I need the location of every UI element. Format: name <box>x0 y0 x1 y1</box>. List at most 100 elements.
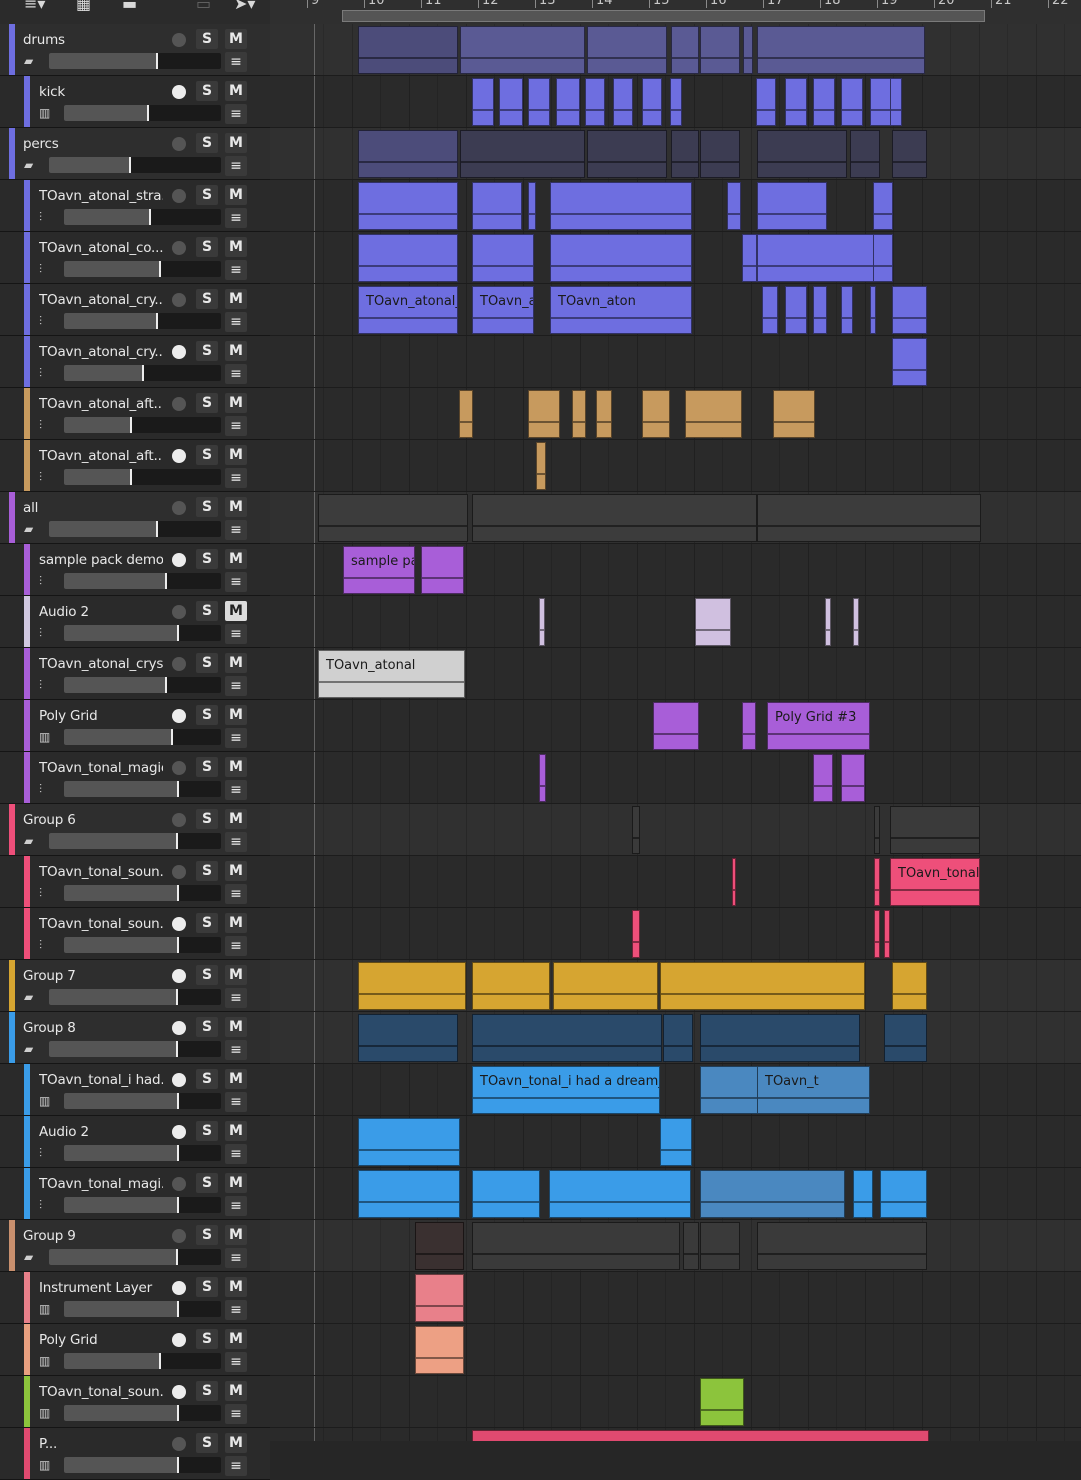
clip[interactable] <box>853 598 859 646</box>
clip[interactable] <box>825 598 831 646</box>
timeline-ruler[interactable]: 9 10 11 12 13 14 15 16 17 18 19 20 21 22 <box>270 0 1081 24</box>
record-arm-button[interactable] <box>172 917 186 931</box>
volume-fader[interactable] <box>64 625 179 641</box>
volume-fader-handle[interactable] <box>128 157 131 173</box>
volume-fader[interactable] <box>49 1041 179 1057</box>
volume-fader-handle[interactable] <box>176 1301 179 1317</box>
clip[interactable] <box>892 286 927 334</box>
clip[interactable] <box>585 78 605 126</box>
clip[interactable] <box>660 962 865 1010</box>
volume-fader[interactable] <box>64 573 167 589</box>
record-arm-button[interactable] <box>172 449 186 463</box>
list-dropdown-icon[interactable]: ≡▾ <box>24 0 45 13</box>
volume-fader-handle[interactable] <box>146 105 149 121</box>
track-menu-button[interactable]: ≡ <box>225 208 247 228</box>
mute-button[interactable]: M <box>225 861 247 881</box>
clip[interactable] <box>472 494 757 542</box>
track-name[interactable]: TOavn_atonal_cry... <box>39 344 163 360</box>
clip[interactable] <box>415 1222 464 1270</box>
record-arm-button[interactable] <box>172 761 186 775</box>
clip[interactable] <box>785 286 807 334</box>
track-lane[interactable] <box>270 440 1081 492</box>
record-arm-button[interactable] <box>172 293 186 307</box>
clip[interactable] <box>539 754 546 802</box>
track-name[interactable]: sample pack demo s... <box>39 552 163 568</box>
track-header[interactable]: Poly Grid S M ▥ ≡ <box>0 1324 270 1376</box>
solo-button[interactable]: S <box>196 913 218 933</box>
volume-fader[interactable] <box>64 261 161 277</box>
clip[interactable] <box>550 234 692 282</box>
clip[interactable] <box>685 390 742 438</box>
clip[interactable]: TOavn_tonal_i had a dream_r <box>472 1066 660 1114</box>
volume-fader-handle[interactable] <box>176 625 179 641</box>
clip[interactable] <box>553 962 658 1010</box>
record-arm-button[interactable] <box>172 1229 186 1243</box>
volume-fader-handle[interactable] <box>176 1145 179 1161</box>
track-menu-button[interactable]: ≡ <box>225 1404 247 1424</box>
clip[interactable] <box>632 910 640 958</box>
clip[interactable]: TOavn_tonal <box>890 858 980 906</box>
track-name[interactable]: Audio 2 <box>39 604 163 620</box>
track-header[interactable]: Group 7 S M ▰ ≡ <box>0 960 270 1012</box>
track-menu-button[interactable]: ≡ <box>225 1040 247 1060</box>
solo-button[interactable]: S <box>196 1069 218 1089</box>
volume-fader[interactable] <box>64 105 149 121</box>
clip[interactable] <box>727 182 741 230</box>
track-name[interactable]: TOavn_atonal_stra... <box>39 188 163 204</box>
list-view-icon[interactable]: ▬ <box>122 0 137 13</box>
mute-button[interactable]: M <box>225 1121 247 1141</box>
clip[interactable] <box>757 234 887 282</box>
clip[interactable]: sample pa <box>343 546 415 594</box>
clip[interactable] <box>874 910 880 958</box>
clip[interactable] <box>472 1222 680 1270</box>
volume-fader[interactable] <box>64 885 179 901</box>
volume-fader-handle[interactable] <box>155 53 158 69</box>
track-lane[interactable] <box>270 1376 1081 1428</box>
clip[interactable] <box>742 234 757 282</box>
clip[interactable] <box>700 1378 744 1426</box>
solo-button[interactable]: S <box>196 653 218 673</box>
clip[interactable] <box>460 130 585 178</box>
solo-button[interactable]: S <box>196 445 218 465</box>
solo-button[interactable]: S <box>196 1329 218 1349</box>
track-menu-button[interactable]: ≡ <box>225 364 247 384</box>
clip[interactable] <box>653 702 699 750</box>
volume-fader-handle[interactable] <box>176 1041 179 1057</box>
track-name[interactable]: all <box>23 500 163 516</box>
volume-fader-handle[interactable] <box>176 1457 179 1473</box>
solo-button[interactable]: S <box>196 809 218 829</box>
clip[interactable]: TOavn_a <box>472 286 534 334</box>
volume-fader[interactable] <box>49 989 179 1005</box>
clip[interactable] <box>870 286 876 334</box>
clip[interactable] <box>762 286 778 334</box>
track-name[interactable]: Group 6 <box>23 812 163 828</box>
track-header[interactable]: TOavn_atonal_stra... S M ⫶ ≡ <box>0 180 270 232</box>
record-arm-button[interactable] <box>172 813 186 827</box>
solo-button[interactable]: S <box>196 1433 218 1453</box>
track-header[interactable]: TOavn_tonal_soun... S M ⫶ ≡ <box>0 908 270 960</box>
track-header[interactable]: kick S M ▥ ≡ <box>0 76 270 128</box>
volume-fader-handle[interactable] <box>158 261 161 277</box>
volume-fader-handle[interactable] <box>164 677 167 693</box>
volume-fader-handle[interactable] <box>176 1197 179 1213</box>
clip[interactable] <box>884 1014 927 1062</box>
track-menu-button[interactable]: ≡ <box>225 1248 247 1268</box>
record-arm-button[interactable] <box>172 1073 186 1087</box>
record-arm-button[interactable] <box>172 345 186 359</box>
clip[interactable] <box>892 130 927 178</box>
mute-button[interactable]: M <box>225 757 247 777</box>
track-menu-button[interactable]: ≡ <box>225 832 247 852</box>
clip[interactable] <box>683 1222 699 1270</box>
pointer-tool-icon[interactable]: ➤▾ <box>234 0 255 13</box>
record-arm-button[interactable] <box>172 1177 186 1191</box>
clip[interactable] <box>528 390 560 438</box>
track-name[interactable]: TOavn_tonal_soun... <box>39 1384 163 1400</box>
clip[interactable] <box>773 390 815 438</box>
clip[interactable] <box>358 234 458 282</box>
clip[interactable] <box>459 390 473 438</box>
track-menu-button[interactable]: ≡ <box>225 572 247 592</box>
solo-button[interactable]: S <box>196 185 218 205</box>
track-header[interactable]: TOavn_atonal_cryst... SM ⫶ ≡ <box>0 648 270 700</box>
track-header[interactable]: TOavn_tonal_magi... S M ⫶ ≡ <box>0 1168 270 1220</box>
clip[interactable] <box>884 910 890 958</box>
